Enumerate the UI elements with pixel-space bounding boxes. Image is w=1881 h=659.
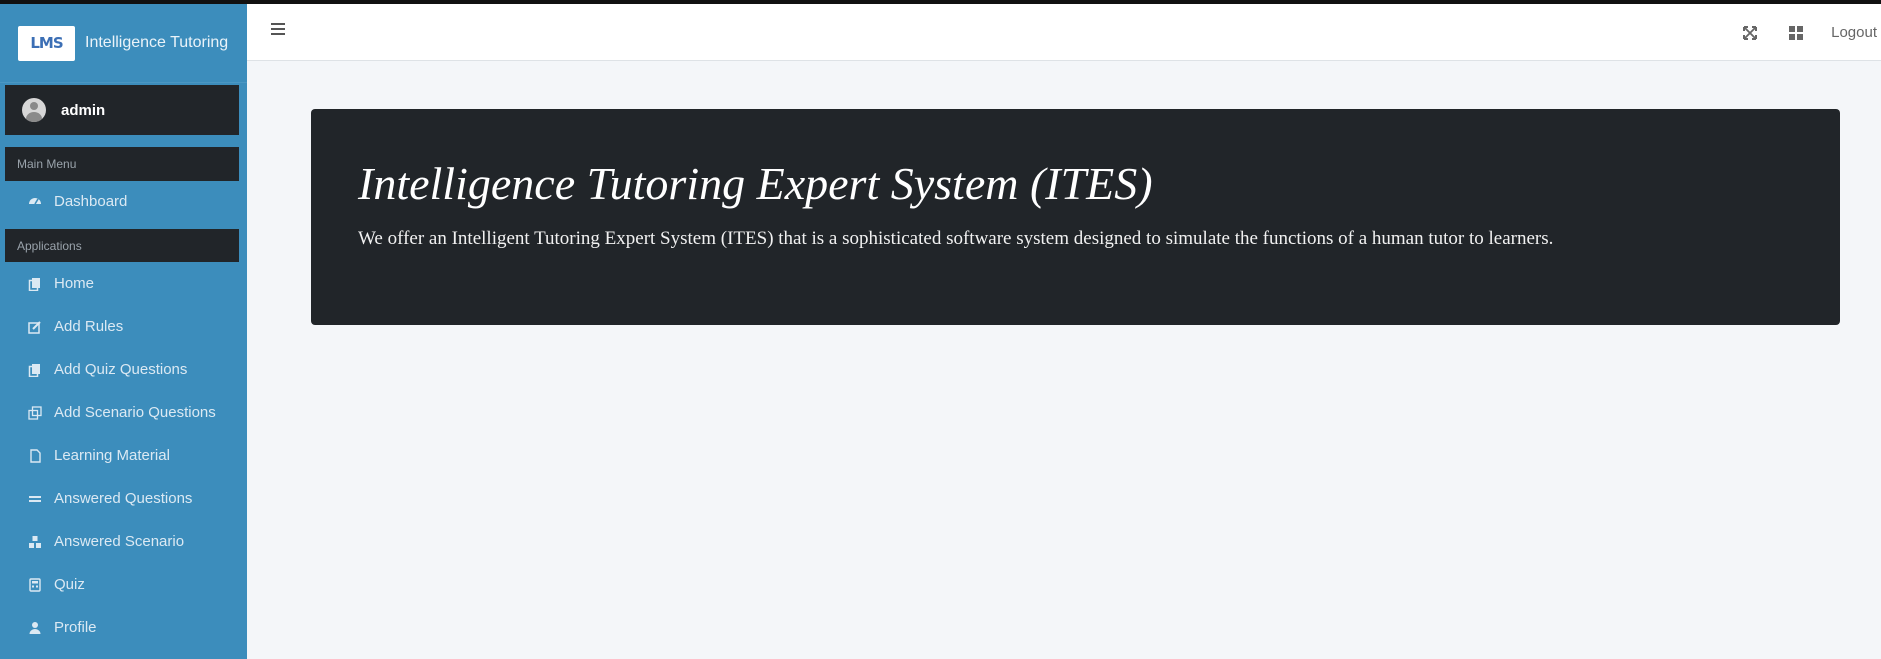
sidebar-item-label: Learning Material: [54, 447, 170, 464]
applications-header: Applications: [5, 229, 239, 262]
sidebar-item-dashboard[interactable]: Dashboard: [0, 181, 247, 221]
brand-title: Intelligence Tutoring: [85, 34, 229, 51]
logout-link[interactable]: Logout: [1819, 24, 1881, 41]
sidebar-item-profile[interactable]: Profile: [0, 606, 247, 649]
sidebar-item-label: Quiz: [54, 576, 85, 593]
clone-icon: [28, 405, 42, 420]
sidebar-item-label: Add Quiz Questions: [54, 361, 188, 378]
sidebar-item-answered-scenario[interactable]: Answered Scenario: [0, 520, 247, 563]
sidebar-item-label: Profile: [54, 619, 97, 636]
grid-icon[interactable]: [1773, 4, 1819, 61]
avatar-icon: [22, 98, 46, 122]
sidebar-item-label: Answered Scenario: [54, 533, 185, 550]
cubes-icon: [28, 535, 42, 549]
lms-logo: LMS: [18, 25, 75, 61]
hero-description: We offer an Intelligent Tutoring Expert …: [358, 227, 1554, 249]
fullscreen-icon[interactable]: [1727, 4, 1773, 61]
calculator-icon: [28, 577, 42, 592]
hero-title: Intelligence Tutoring Expert System (ITE…: [358, 158, 1153, 209]
sidebar-item-label: Answered Questions: [54, 490, 193, 507]
sidebar-item-label: Add Scenario Questions: [54, 404, 216, 421]
file-icon: [28, 448, 42, 463]
sidebar-item-label: Home: [54, 275, 95, 292]
sidebar-item-add-rules[interactable]: Add Rules: [0, 305, 247, 348]
top-navbar: Logout: [247, 4, 1881, 61]
sidebar-item-add-quiz-questions[interactable]: Add Quiz Questions: [0, 348, 247, 391]
brand-link[interactable]: LMS Intelligence Tutoring: [0, 4, 247, 83]
sidebar-item-answered-questions[interactable]: Answered Questions: [0, 477, 247, 520]
tachometer-icon: [28, 194, 42, 208]
user-icon: [28, 621, 42, 635]
sidebar-item-learning-material[interactable]: Learning Material: [0, 434, 247, 477]
user-panel[interactable]: admin: [5, 85, 239, 135]
copy-icon: [28, 363, 42, 377]
user-name: admin: [61, 101, 106, 119]
edit-icon: [28, 320, 42, 334]
sidebar-item-quiz[interactable]: Quiz: [0, 563, 247, 606]
sidebar-item-add-scenario-questions[interactable]: Add Scenario Questions: [0, 391, 247, 434]
sidebar-item-home[interactable]: Home: [0, 262, 247, 305]
sidebar-item-label: Dashboard: [54, 192, 128, 210]
main-menu-header: Main Menu: [5, 147, 239, 181]
navbar-right: Logout: [1727, 4, 1881, 61]
top-border: [0, 0, 1881, 4]
equals-icon: [28, 492, 42, 506]
sidebar: LMS Intelligence Tutoring admin Main Men…: [0, 4, 247, 659]
sidebar-item-label: Add Rules: [54, 318, 124, 335]
hero-jumbotron: Intelligence Tutoring Expert System (ITE…: [311, 109, 1840, 325]
menu-toggle-icon[interactable]: [271, 23, 285, 37]
copy-icon: [28, 277, 42, 291]
